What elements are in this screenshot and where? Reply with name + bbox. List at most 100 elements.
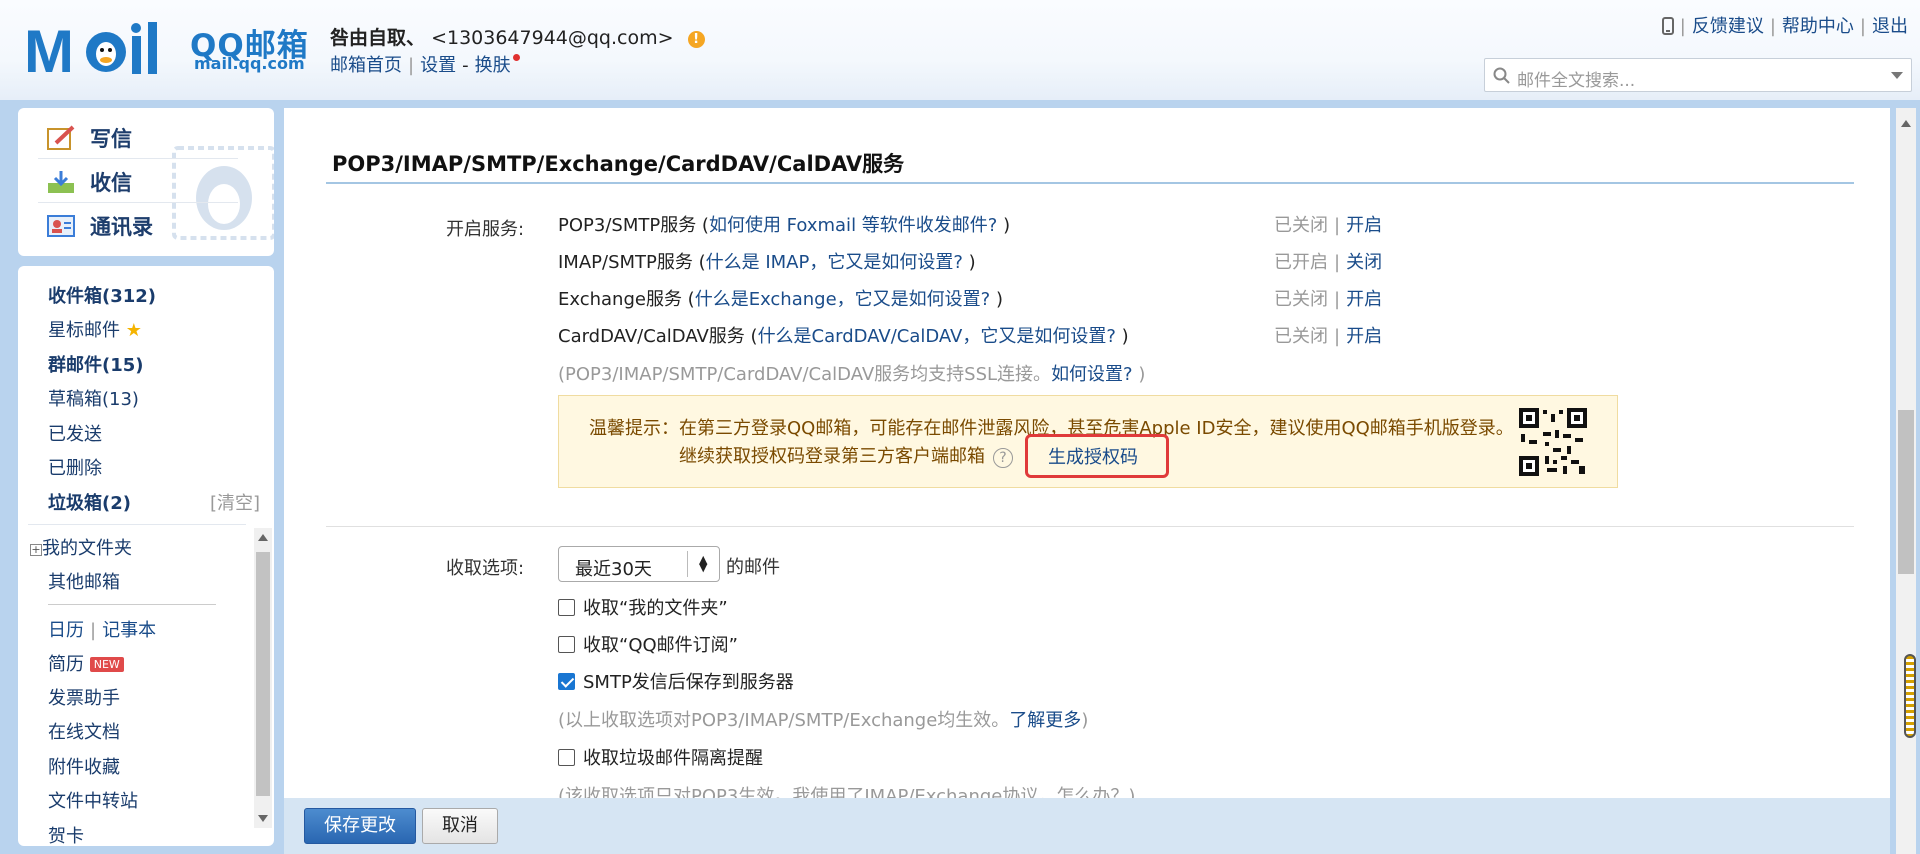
ssl-paren: ) [1132, 364, 1146, 385]
help-question-icon[interactable]: ? [993, 448, 1013, 468]
checkbox[interactable] [558, 635, 575, 653]
toggle-pop3-button[interactable]: 开启 [1346, 215, 1382, 236]
settings-link[interactable]: 设置 [420, 55, 456, 76]
tip-continue-row: 继续获取授权码登录第三方客户端邮箱? [679, 442, 1013, 468]
qr-code-icon [1519, 408, 1587, 476]
divider: | [1859, 16, 1866, 37]
divider: | [408, 55, 415, 76]
scrollbar-thumb[interactable] [1898, 410, 1914, 574]
service-name: CardDAV/CalDAV服务 ( [558, 326, 758, 347]
attachment-favorites-link[interactable]: 附件收藏 [48, 753, 120, 779]
contacts-icon [46, 213, 76, 239]
toggle-carddav-button[interactable]: 开启 [1346, 326, 1382, 347]
service-row-carddav: CardDAV/CalDAV服务 (什么是CardDAV/CalDAV，它又是如… [558, 322, 1129, 348]
resume-label: 简历 [48, 654, 84, 675]
service-help-link[interactable]: 如何使用 Foxmail 等软件收发邮件? [709, 215, 997, 236]
compose-icon [46, 125, 76, 151]
service-name: IMAP/SMTP服务 ( [558, 252, 706, 273]
option-qq-subscription[interactable]: 收取“QQ邮件订阅” [558, 631, 738, 657]
online-docs-link[interactable]: 在线文档 [48, 718, 120, 744]
svg-text:M: M [24, 20, 74, 78]
checkbox[interactable] [558, 748, 575, 766]
sidebar-quick-actions: 写信 收信 通讯录 [18, 108, 274, 256]
folder-inbox[interactable]: 收件箱(312) [48, 282, 156, 308]
checkbox-checked[interactable] [558, 672, 575, 690]
cancel-button[interactable]: 取消 [422, 808, 498, 844]
clear-spam-button[interactable]: [清空] [210, 489, 260, 515]
status-text: 已关闭 [1274, 326, 1328, 347]
option-label: SMTP发信后保存到服务器 [583, 672, 794, 693]
tip-continue-text: 继续获取授权码登录第三方客户端邮箱 [679, 446, 985, 467]
receive-label: 收信 [90, 171, 132, 195]
status-text: 已关闭 [1274, 215, 1328, 236]
service-status-imap: 已开启 | 关闭 [1274, 248, 1382, 274]
service-status-exchange: 已关闭 | 开启 [1274, 285, 1382, 311]
compose-label: 写信 [90, 127, 132, 151]
new-badge: NEW [89, 657, 124, 672]
warning-icon[interactable]: ! [687, 31, 705, 48]
option-spam-reminder[interactable]: 收取垃圾邮件隔离提醒 [558, 744, 763, 770]
checkbox[interactable] [558, 598, 575, 616]
sidebar-scrollbar[interactable] [254, 528, 272, 828]
option-smtp-save[interactable]: SMTP发信后保存到服务器 [558, 668, 794, 694]
folder-deleted[interactable]: 已删除 [48, 454, 102, 480]
qq-mail-logo[interactable]: M [24, 20, 184, 78]
learn-more-link[interactable]: 了解更多 [1009, 710, 1081, 731]
feedback-link[interactable]: 反馈建议 [1692, 16, 1764, 37]
search-dropdown-icon[interactable] [1891, 72, 1903, 79]
main-scrollbar[interactable] [1896, 108, 1916, 854]
toggle-exchange-button[interactable]: 开启 [1346, 289, 1382, 310]
service-status-carddav: 已关闭 | 开启 [1274, 322, 1382, 348]
receive-range-select[interactable]: 最近30天 ▲ ▼ [558, 546, 720, 582]
divider: | [1334, 215, 1341, 236]
logout-link[interactable]: 退出 [1872, 16, 1908, 37]
receive-options-label: 收取选项: [446, 558, 525, 579]
ssl-note: (POP3/IMAP/SMTP/CardDAV/CalDAV服务均支持SSL连接… [558, 360, 1145, 386]
scroll-down-icon[interactable] [258, 815, 268, 822]
calendar-link[interactable]: 日历 [48, 620, 84, 641]
service-help-link[interactable]: 什么是 IMAP，它又是如何设置? [706, 252, 963, 273]
user-email: <1303647944@qq.com> [431, 27, 674, 49]
mail-search-input[interactable]: 邮件全文搜索... [1484, 58, 1912, 92]
scroll-grip-handle[interactable] [1904, 654, 1916, 738]
folder-group-mail[interactable]: 群邮件(15) [48, 351, 144, 377]
scroll-up-icon[interactable] [258, 534, 268, 541]
folder-sent[interactable]: 已发送 [48, 420, 102, 446]
settings-panel: POP3/IMAP/SMTP/Exchange/CardDAV/CalDAV服务… [284, 108, 1890, 854]
qq-penguin-stamp-icon [172, 146, 274, 240]
folder-starred[interactable]: 星标邮件 ★ [48, 316, 142, 342]
resume-link[interactable]: 简历 NEW [48, 650, 124, 676]
contacts-button[interactable]: 通讯录 [46, 206, 153, 246]
service-row-imap: IMAP/SMTP服务 (什么是 IMAP，它又是如何设置? ) [558, 248, 976, 274]
scrollbar-thumb[interactable] [256, 552, 270, 796]
service-help-link[interactable]: 什么是CardDAV/CalDAV，它又是如何设置? [758, 326, 1116, 347]
divider: | [1769, 16, 1776, 37]
service-paren: ) [962, 252, 976, 273]
options-note-paren: ) [1081, 710, 1089, 731]
toggle-imap-button[interactable]: 关闭 [1346, 252, 1382, 273]
invoice-assistant-link[interactable]: 发票助手 [48, 684, 120, 710]
service-help-link[interactable]: 什么是Exchange，它又是如何设置? [695, 289, 991, 310]
mailbox-home-link[interactable]: 邮箱首页 [330, 55, 402, 76]
notes-link[interactable]: 记事本 [102, 620, 156, 641]
mobile-phone-icon[interactable] [1661, 17, 1674, 35]
my-folders-toggle[interactable]: +我的文件夹 [30, 534, 132, 560]
option-label: 收取垃圾邮件隔离提醒 [583, 748, 763, 769]
file-transfer-link[interactable]: 文件中转站 [48, 787, 138, 813]
folder-spam[interactable]: 垃圾箱(2) [48, 489, 131, 515]
generate-auth-code-link[interactable]: 生成授权码 [1048, 443, 1138, 469]
option-my-folders[interactable]: 收取“我的文件夹” [558, 594, 728, 620]
receive-button[interactable]: 收信 [46, 162, 132, 202]
change-skin-link[interactable]: 换肤 [475, 55, 511, 76]
divider [28, 524, 246, 525]
calendar-notes-row: 日历 | 记事本 [48, 616, 156, 642]
status-text: 已开启 [1274, 252, 1328, 273]
folder-drafts[interactable]: 草稿箱(13) [48, 385, 139, 411]
scroll-up-icon[interactable] [1901, 120, 1911, 127]
save-changes-button[interactable]: 保存更改 [304, 808, 416, 844]
compose-button[interactable]: 写信 [46, 118, 132, 158]
ssl-how-link[interactable]: 如何设置? [1051, 364, 1133, 385]
help-center-link[interactable]: 帮助中心 [1782, 16, 1854, 37]
greeting-cards-link[interactable]: 贺卡 [48, 822, 84, 846]
other-mailbox-link[interactable]: 其他邮箱 [48, 568, 120, 594]
